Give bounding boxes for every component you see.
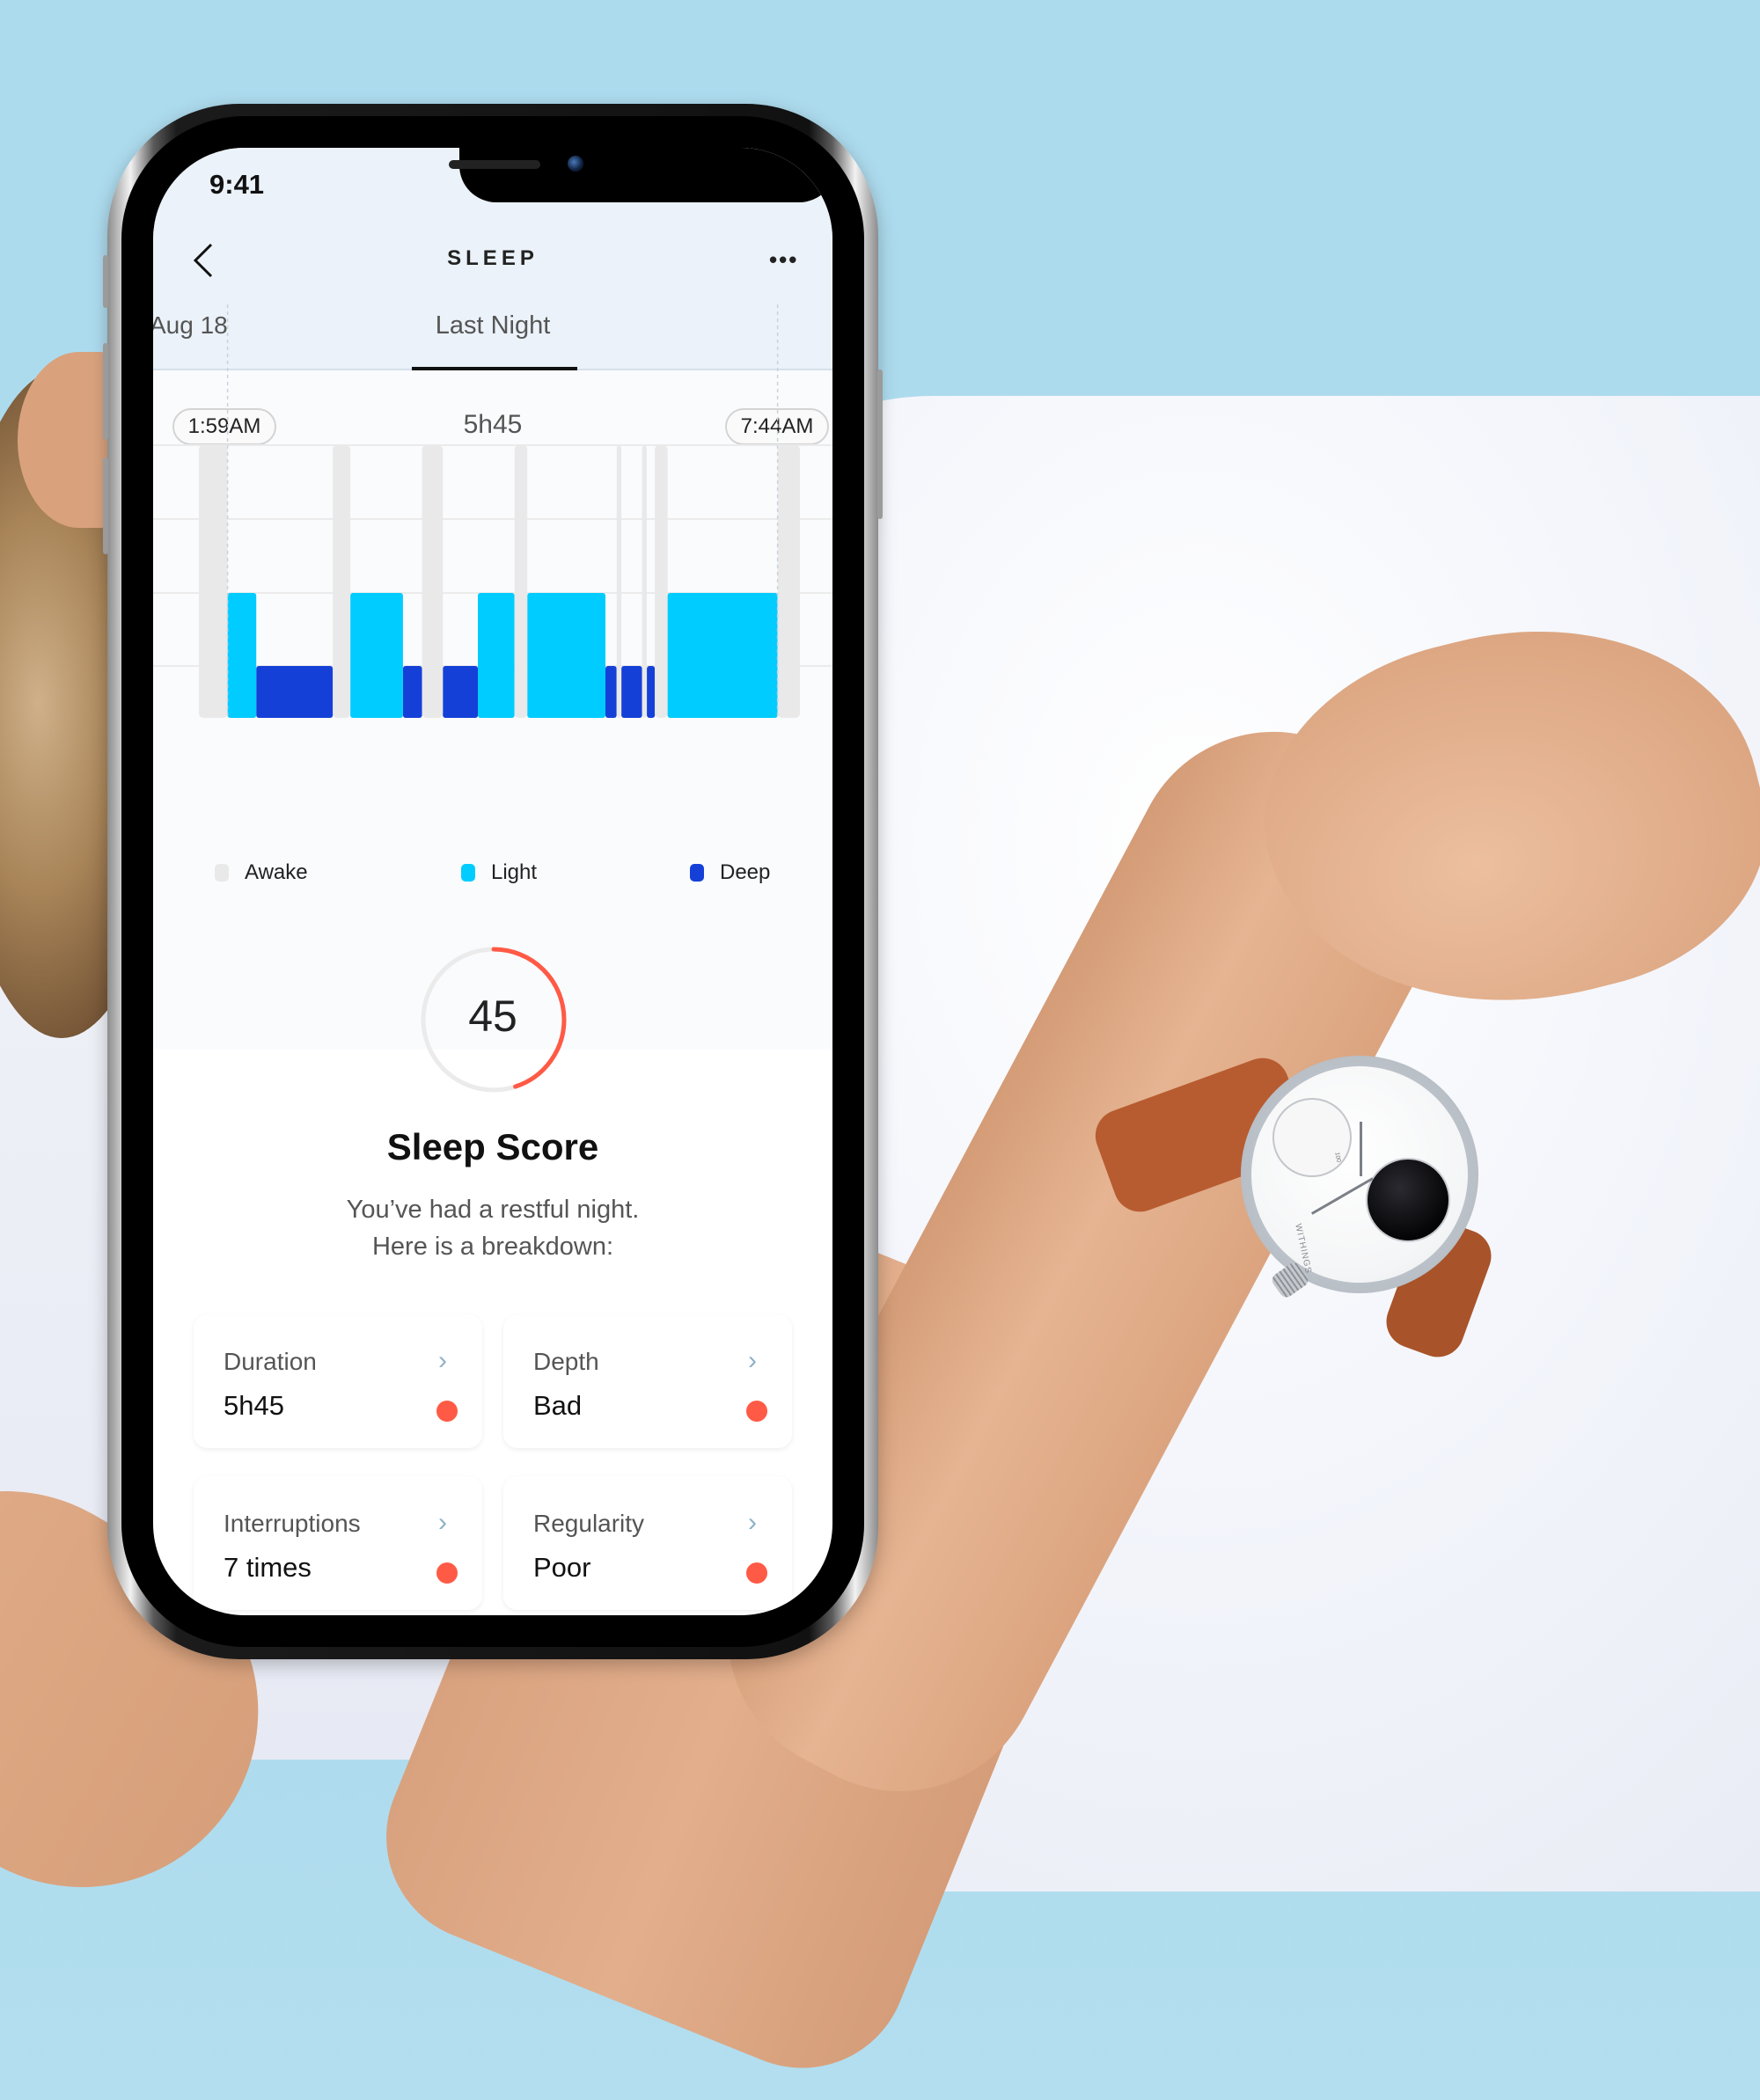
card-value: Bad — [533, 1390, 583, 1421]
phone-volume-up — [103, 343, 108, 440]
description-line-1: You’ve had a restful night. — [346, 1196, 640, 1224]
phone-screen: 9:41 SLEEP ••• Aug 18 Last Night 1:59AM … — [153, 148, 832, 1615]
legend-deep: Deep — [690, 860, 770, 885]
breakdown-card-duration[interactable]: Duration › 5h45 — [194, 1314, 482, 1448]
phone-volume-down — [103, 457, 108, 554]
card-label: Depth — [533, 1348, 599, 1375]
status-dot — [436, 1562, 458, 1584]
hypnogram-segment-light — [227, 593, 257, 718]
hypnogram-segment-light — [478, 593, 515, 718]
watch-screen — [1366, 1158, 1450, 1242]
card-value: Poor — [533, 1552, 591, 1583]
status-dot — [746, 1401, 767, 1422]
hypnogram-segment-light — [527, 593, 605, 718]
tab-last-night-label: Last Night — [435, 311, 551, 340]
hypnogram-segment-light — [667, 593, 778, 718]
card-label: Interruptions — [224, 1510, 361, 1537]
hypnogram-segment-awake — [422, 445, 444, 718]
hypnogram-segment-deep — [621, 666, 642, 718]
legend-awake: Awake — [215, 860, 308, 885]
more-options-button[interactable]: ••• — [769, 246, 798, 274]
card-value: 7 times — [224, 1552, 312, 1583]
chevron-right-icon: › — [748, 1346, 757, 1375]
sleep-score-description: You’ve had a restful night. Here is a br… — [153, 1191, 832, 1265]
page-title: SLEEP — [447, 246, 539, 270]
hypnogram-segment-awake — [333, 445, 351, 718]
hypnogram-segment-deep — [647, 666, 656, 718]
card-label: Regularity — [533, 1510, 645, 1537]
chevron-right-icon: › — [438, 1508, 447, 1537]
chevron-right-icon: › — [748, 1508, 757, 1537]
hypnogram-segment-awake — [777, 445, 800, 718]
status-dot — [746, 1562, 767, 1584]
hypnogram-segment-awake — [642, 445, 647, 718]
description-line-2: Here is a breakdown: — [371, 1233, 614, 1261]
hypnogram-chart — [153, 304, 832, 718]
legend-swatch-light — [461, 864, 475, 882]
legend-label-light: Light — [491, 860, 538, 884]
phone-camera — [568, 156, 583, 172]
more-horizontal-icon: ••• — [769, 246, 799, 273]
hypnogram-segment-deep — [256, 666, 334, 718]
breakdown-card-depth[interactable]: Depth › Bad — [503, 1314, 792, 1448]
hypnogram-segment-deep — [605, 666, 617, 718]
status-time: 9:41 — [209, 169, 265, 200]
hypnogram-segment-awake — [655, 445, 668, 718]
legend-light: Light — [461, 860, 537, 885]
hypnogram-segment-awake — [199, 445, 228, 718]
card-label: Duration — [224, 1348, 317, 1375]
phone-speaker — [449, 160, 540, 169]
chevron-right-icon: › — [438, 1346, 447, 1375]
phone-power-button — [877, 370, 883, 519]
legend-label-deep: Deep — [720, 860, 771, 884]
breakdown-card-interruptions[interactable]: Interruptions › 7 times — [194, 1476, 482, 1610]
hypnogram-segment-awake — [514, 445, 528, 718]
hypnogram-segment-deep — [402, 666, 422, 718]
phone-silent-switch — [103, 255, 108, 308]
hypnogram-segment-deep — [443, 666, 479, 718]
hypnogram-segment-awake — [616, 445, 622, 718]
legend-label-awake: Awake — [245, 860, 308, 884]
phone-notch — [459, 148, 832, 202]
breakdown-card-regularity[interactable]: Regularity › Poor — [503, 1476, 792, 1610]
watch-hour-hand — [1360, 1122, 1362, 1176]
watch-subdial — [1272, 1098, 1352, 1177]
sleep-score-title: Sleep Score — [386, 1126, 599, 1167]
legend-swatch-deep — [690, 864, 704, 882]
status-dot — [436, 1401, 458, 1422]
tab-last-night[interactable]: Last Night — [153, 311, 832, 340]
sleep-score-value: 45 — [468, 991, 517, 1041]
card-value: 5h45 — [224, 1390, 284, 1421]
legend-swatch-awake — [215, 864, 229, 882]
hypnogram-segment-light — [350, 593, 403, 718]
